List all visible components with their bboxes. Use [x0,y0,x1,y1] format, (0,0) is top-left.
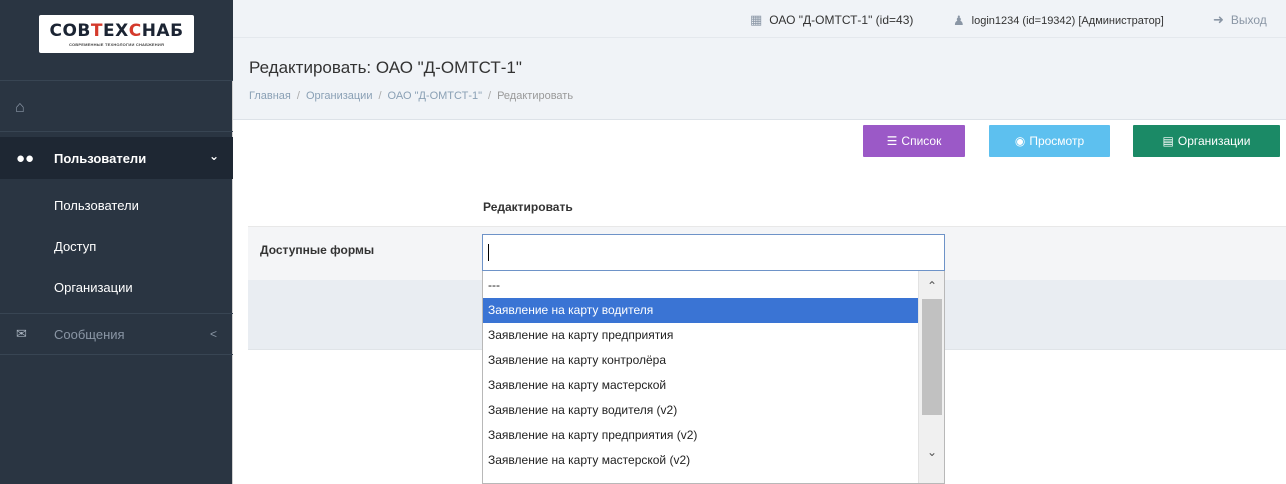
org-label: ОАО "Д-ОМТСТ-1" (id=43) [769,13,914,27]
page-title: Редактировать: ОАО "Д-ОМТСТ-1" [249,58,522,77]
page-header: Редактировать: ОАО "Д-ОМТСТ-1" Главная / О… [233,38,1286,120]
sidebar: СОВТЕХСНАБ СОВРЕМЕННЫЕ ТЕХНОЛОГИИ СНАБЖЕ… [0,0,233,484]
sign-out-icon: ➜ [1213,12,1224,27]
dropdown-option[interactable]: Заявление на карту водителя (v2) [483,398,919,423]
dropdown-option-selected[interactable]: Заявление на карту водителя [483,298,919,323]
available-forms-label: Доступные формы [260,243,375,257]
view-button-label: Просмотр [1029,134,1085,148]
sidebar-item-label: Пользователи [54,150,147,166]
sidebar-subitem-organizations[interactable]: Организации [0,270,233,304]
dropdown-options: --- Заявление на карту водителя Заявлени… [483,271,919,473]
view-button[interactable]: ◉ Просмотр [989,125,1110,157]
building-icon: ▦ [750,12,763,27]
envelope-icon: ✉ [16,326,27,341]
topbar: ▦ ОАО "Д-ОМТСТ-1" (id=43) ♟ login1234 (i… [233,0,1286,38]
users-icon: ●● [16,149,35,167]
divider [0,131,233,132]
dropdown-scrollbar[interactable]: ⌃ ⌄ [918,271,944,483]
eye-icon: ◉ [1014,134,1026,148]
logo-area: СОВТЕХСНАБ СОВРЕМЕННЫЕ ТЕХНОЛОГИИ СНАБЖЕ… [0,0,233,80]
dropdown-option[interactable]: Заявление на карту мастерской [483,373,919,398]
dropdown-option[interactable]: --- [483,273,919,298]
home-link[interactable]: ⌂ [0,85,233,131]
breadcrumb: Главная / Организации / ОАО "Д-ОМТСТ-1" / Реда… [249,90,574,102]
sidebar-subitem-access[interactable]: Доступ [0,229,233,263]
scroll-up-icon[interactable]: ⌃ [919,275,944,297]
dropdown-option[interactable]: Заявление на карту предприятия [483,323,919,348]
dropdown-option[interactable]: Заявление на карту мастерской (v2) [483,448,919,473]
divider [0,80,233,81]
logo[interactable]: СОВТЕХСНАБ СОВРЕМЕННЫЕ ТЕХНОЛОГИИ СНАБЖЕ… [39,15,194,53]
sidebar-item-users[interactable]: ●● Пользователи ⌄ [0,137,233,179]
chevron-down-icon: ⌄ [208,149,219,163]
logo-subtitle: СОВРЕМЕННЫЕ ТЕХНОЛОГИИ СНАБЖЕНИЯ [68,41,165,47]
logout-label: Выход [1230,13,1267,27]
form-caption: Редактировать [483,200,573,214]
home-icon: ⌂ [15,99,25,116]
current-user[interactable]: ♟ login1234 (id=19342) [Администратор] [953,13,1164,29]
user-label: login1234 (id=19342) [Администратор] [971,15,1164,27]
table-icon: ▤ [1162,134,1174,148]
sidebar-subitem-users[interactable]: Пользователи [0,188,233,222]
available-forms-dropdown[interactable]: --- Заявление на карту водителя Заявлени… [482,271,945,484]
organizations-button-label: Организации [1177,134,1251,148]
breadcrumb-organizations[interactable]: Организации [306,90,373,102]
user-icon: ♟ [953,13,965,28]
list-button-label: Список [901,134,942,148]
breadcrumb-current: Редактировать [497,90,574,102]
text-caret [488,244,489,261]
dropdown-option[interactable]: Заявление на карту предприятия (v2) [483,423,919,448]
list-icon: ☰ [886,134,898,148]
available-forms-search-input[interactable] [482,234,945,271]
dropdown-option[interactable]: Заявление на карту контролёра [483,348,919,373]
current-organization[interactable]: ▦ ОАО "Д-ОМТСТ-1" (id=43) [750,12,913,28]
breadcrumb-organization[interactable]: ОАО "Д-ОМТСТ-1" [388,90,482,102]
scrollbar-thumb[interactable] [922,299,942,415]
sidebar-item-messages[interactable]: ✉ Сообщения < [0,313,233,355]
logo-text: СОВТЕХСНАБ [49,20,184,41]
logout-link[interactable]: ➜ Выход [1213,12,1267,28]
chevron-left-icon: < [209,327,217,341]
sidebar-item-label: Сообщения [54,326,125,342]
scroll-down-icon[interactable]: ⌄ [919,441,944,463]
organizations-button[interactable]: ▤ Организации [1133,125,1280,157]
list-button[interactable]: ☰ Список [863,125,965,157]
breadcrumb-home[interactable]: Главная [249,90,291,102]
